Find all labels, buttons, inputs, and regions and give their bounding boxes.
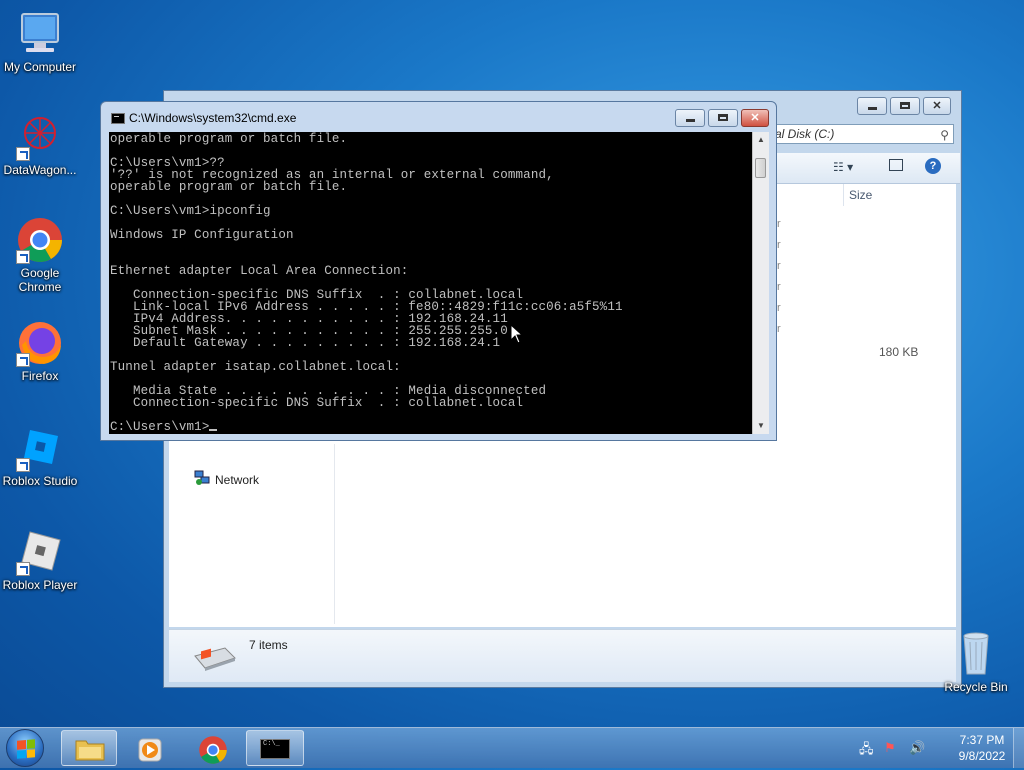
text-cursor	[209, 429, 218, 431]
view-options-icon[interactable]: ☷ ▾	[833, 160, 853, 174]
search-icon[interactable]: ⚲	[940, 126, 949, 144]
roblox-player-icon	[16, 528, 64, 576]
column-size[interactable]: Size	[849, 188, 872, 202]
taskbar: C:\_ 🖧 ⚑ 🔊 7:37 PM 9/8/2022	[0, 727, 1024, 768]
vertical-scrollbar[interactable]: ▲ ▼	[752, 132, 769, 434]
chrome-icon	[16, 216, 64, 264]
show-desktop-button[interactable]	[1013, 728, 1024, 768]
cmd-window-controls	[675, 109, 769, 127]
desktop-icon-google-chrome[interactable]: Google Chrome	[0, 216, 80, 294]
windows-logo-icon	[17, 739, 35, 759]
column-separator[interactable]	[843, 184, 844, 206]
desktop-icon-label: Firefox	[21, 369, 59, 383]
desktop-icon-my-computer[interactable]: My Computer	[0, 10, 80, 74]
nav-item-network[interactable]: Network	[194, 470, 259, 489]
clock-date: 9/8/2022	[958, 749, 1006, 763]
system-tray: 🖧 ⚑ 🔊	[859, 728, 964, 768]
desktop-icon-datawagon[interactable]: DataWagon...	[0, 113, 80, 177]
close-button[interactable]	[923, 97, 951, 115]
cmd-app-icon[interactable]	[111, 113, 125, 124]
file-size: 180 KB	[879, 345, 919, 359]
shortcut-arrow-icon	[16, 353, 30, 367]
network-icon	[194, 470, 210, 489]
file-row-stub[interactable]: r	[777, 239, 781, 251]
shortcut-arrow-icon	[16, 250, 30, 264]
column-header: Size	[769, 184, 956, 206]
shortcut-arrow-icon	[16, 147, 30, 161]
desktop-icon-label: Google Chrome	[18, 266, 62, 294]
recycle-bin-icon	[952, 630, 1000, 678]
desktop-icon-recycle-bin[interactable]: Recycle Bin	[936, 630, 1016, 694]
scroll-down-arrow-icon[interactable]: ▼	[753, 418, 769, 434]
drive-icon	[191, 644, 237, 677]
shortcut-arrow-icon	[16, 562, 30, 576]
close-button[interactable]	[741, 109, 769, 127]
cmd-window[interactable]: C:\Windows\system32\cmd.exe operable pro…	[100, 101, 777, 441]
address-text: al Disk (C:)	[775, 127, 835, 141]
address-bar[interactable]: al Disk (C:) ⚲	[764, 124, 954, 144]
file-row-stub[interactable]: r	[777, 281, 781, 293]
file-row-stub[interactable]: r	[777, 323, 781, 335]
datawagon-icon	[16, 113, 64, 161]
desktop-icon-roblox-studio[interactable]: Roblox Studio	[0, 424, 80, 488]
desktop-icon-label: DataWagon...	[3, 163, 77, 177]
clock[interactable]: 7:37 PM 9/8/2022	[952, 732, 1012, 764]
item-count: 7 items	[249, 638, 288, 652]
network-tray-icon[interactable]: 🖧	[859, 740, 874, 762]
taskbar-explorer-button[interactable]	[61, 730, 117, 766]
file-row-stub[interactable]: r	[777, 218, 781, 230]
firefox-icon	[16, 319, 64, 367]
roblox-studio-icon	[16, 424, 64, 472]
scroll-up-arrow-icon[interactable]: ▲	[753, 132, 769, 148]
status-bar: 7 items	[169, 629, 956, 682]
desktop-icon-roblox-player[interactable]: Roblox Player	[0, 528, 80, 592]
console-line: operable program or batch file.	[110, 180, 348, 194]
volume-icon[interactable]: 🔊	[909, 740, 925, 756]
console-line: operable program or batch file.	[110, 132, 348, 146]
minimize-button[interactable]	[857, 97, 887, 115]
console-line: C:\Users\vm1>	[110, 421, 218, 433]
file-row-stub[interactable]: r	[777, 260, 781, 272]
action-center-flag-icon[interactable]: ⚑	[884, 740, 896, 756]
window-title: C:\Windows\system32\cmd.exe	[129, 111, 297, 125]
scroll-thumb[interactable]	[755, 158, 766, 178]
console-line: Connection-specific DNS Suffix . : colla…	[110, 396, 524, 410]
desktop-icon-label: My Computer	[3, 60, 77, 74]
console-line: Windows IP Configuration	[110, 228, 294, 242]
desktop-icon-label: Roblox Player	[2, 578, 78, 592]
clock-time: 7:37 PM	[959, 733, 1005, 747]
maximize-button[interactable]	[890, 97, 920, 115]
preview-pane-icon[interactable]	[889, 159, 903, 171]
desktop-icon-firefox[interactable]: Firefox	[0, 319, 80, 383]
console-line: Tunnel adapter isatap.collabnet.local:	[110, 360, 401, 374]
maximize-button[interactable]	[708, 109, 738, 127]
console-output[interactable]: operable program or batch file. C:\Users\…	[109, 132, 752, 434]
taskbar-chrome-button[interactable]	[184, 730, 240, 766]
file-row-stub[interactable]: r	[777, 302, 781, 314]
desktop-icon-label: Roblox Studio	[2, 474, 78, 488]
mouse-cursor-icon	[510, 323, 524, 349]
shortcut-arrow-icon	[16, 458, 30, 472]
cmd-icon: C:\_	[260, 739, 290, 759]
console-line: Ethernet adapter Local Area Connection:	[110, 264, 409, 278]
navigation-pane: Network	[174, 444, 335, 624]
console-line: Default Gateway . . . . . . . . . : 192.…	[110, 336, 501, 350]
explorer-window-controls	[857, 97, 951, 115]
minimize-button[interactable]	[675, 109, 705, 127]
console-line: C:\Users\vm1>ipconfig	[110, 204, 271, 218]
nav-item-label: Network	[215, 472, 260, 487]
chrome-icon	[198, 735, 228, 770]
taskbar-media-player-button[interactable]	[122, 730, 178, 766]
help-icon[interactable]: ?	[925, 158, 941, 174]
start-button[interactable]	[6, 729, 44, 767]
desktop-icon-label: Recycle Bin	[944, 680, 1008, 694]
computer-icon	[16, 10, 64, 58]
media-player-icon	[137, 737, 163, 768]
folder-icon	[75, 737, 105, 766]
taskbar-cmd-button[interactable]: C:\_	[246, 730, 304, 766]
